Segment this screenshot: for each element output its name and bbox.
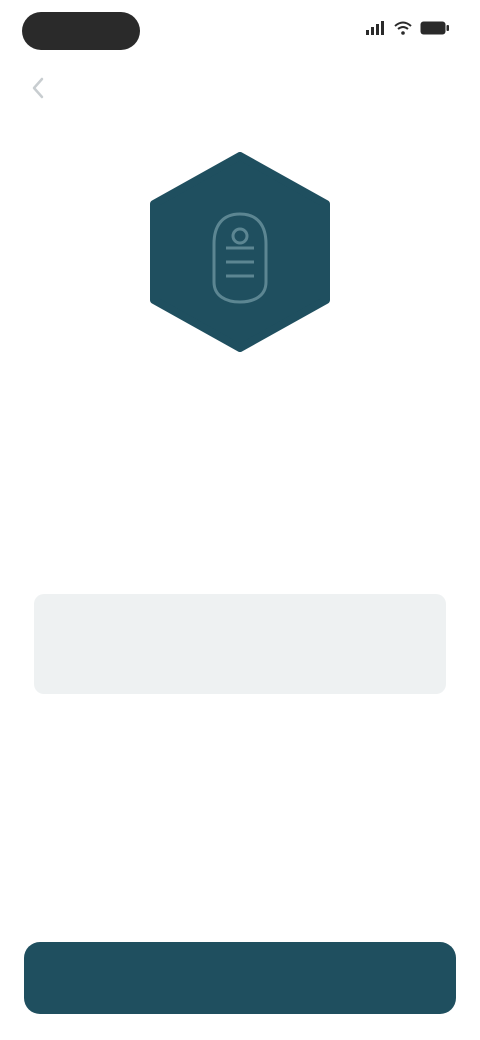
info-note <box>34 594 446 694</box>
signal-icon <box>366 20 386 40</box>
back-button[interactable] <box>18 70 58 110</box>
status-icons <box>366 20 450 40</box>
status-time-pill <box>22 12 140 50</box>
shield-emblem <box>142 152 338 352</box>
wifi-icon <box>394 21 412 40</box>
chevron-left-icon <box>31 77 45 104</box>
status-bar <box>0 0 480 64</box>
shield-icon <box>150 152 330 352</box>
primary-button[interactable] <box>24 942 456 1014</box>
battery-icon <box>420 21 450 40</box>
